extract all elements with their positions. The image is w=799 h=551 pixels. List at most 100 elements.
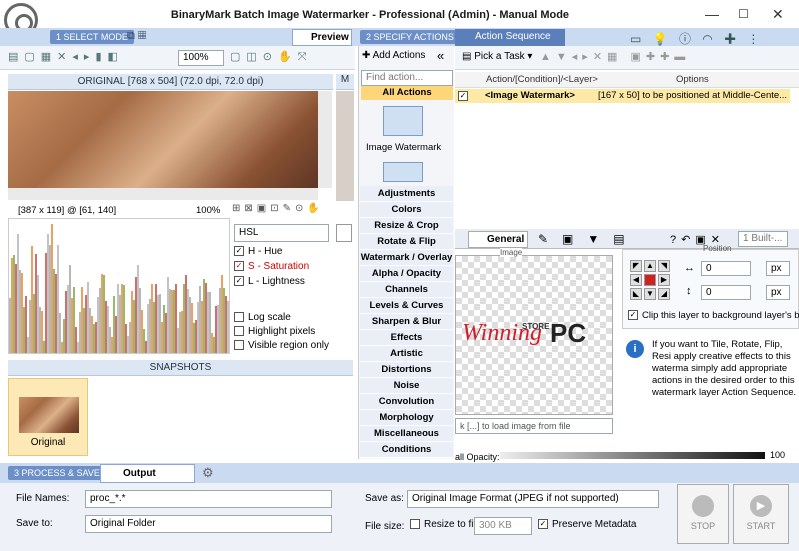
anchor-bottom-left[interactable]: ◣: [630, 288, 642, 300]
builtin-select[interactable]: 1 Built-...: [738, 231, 788, 247]
minimize-button[interactable]: —: [705, 6, 719, 22]
zoom-select[interactable]: 100%: [178, 50, 224, 66]
channel-checkbox[interactable]: ✓: [234, 261, 244, 271]
histogram: [8, 218, 230, 354]
preserve-metadata-option[interactable]: ✓ Preserve Metadata: [538, 519, 637, 530]
action-category-conditions[interactable]: Conditions: [360, 442, 453, 458]
histogram-option[interactable]: Visible region only: [234, 340, 329, 351]
image-watermark-icon[interactable]: [383, 106, 423, 136]
action-category-adjustments[interactable]: Adjustments: [360, 186, 453, 202]
action-category-resize-crop[interactable]: Resize & Crop: [360, 218, 453, 234]
pick-task-button[interactable]: ▤ Pick a Task ▾: [462, 51, 532, 62]
anchor-top-left[interactable]: ◤: [630, 260, 642, 272]
resize-label: Resize to fit:: [424, 519, 479, 530]
all-actions-item[interactable]: All Actions: [361, 86, 453, 100]
sequence-row-check[interactable]: ✓: [458, 90, 472, 102]
save-to-select[interactable]: Original Folder: [85, 515, 332, 533]
preview-tool-icons[interactable]: ▤▢▦✕◂▸▮◧: [8, 50, 124, 63]
info-text: If you want to Tile, Rotate, Flip, Resi …: [652, 339, 797, 399]
x-offset-input[interactable]: 0: [701, 261, 751, 276]
close-button[interactable]: ✕: [772, 6, 784, 23]
channel-option[interactable]: ✓ S - Saturation: [234, 261, 309, 272]
option-label: Highlight pixels: [248, 326, 315, 337]
settings-gear-icon[interactable]: ⚙: [202, 465, 214, 481]
vertical-scrollbar[interactable]: [318, 91, 332, 188]
option-checkbox[interactable]: [234, 340, 244, 350]
channel-option[interactable]: ✓ L - Lightness: [234, 276, 309, 287]
tab-general[interactable]: General: [468, 231, 528, 248]
resize-value-input[interactable]: 300 KB: [474, 517, 532, 535]
stop-button[interactable]: STOP: [677, 484, 729, 544]
action-search-input[interactable]: Find action...: [361, 70, 453, 86]
action-category-effects[interactable]: Effects: [360, 330, 453, 346]
channel-checkbox[interactable]: ✓: [234, 246, 244, 256]
action-category-alpha-opacity[interactable]: Alpha / Opacity: [360, 266, 453, 282]
channel-option[interactable]: ✓ H - Hue: [234, 246, 309, 257]
anchor-top[interactable]: ▲: [644, 260, 656, 272]
action-category-miscellaneous[interactable]: Miscellaneous: [360, 426, 453, 442]
anchor-bottom[interactable]: ▼: [644, 288, 656, 300]
col-action: Action/[Condition]/<Layer>: [486, 74, 598, 85]
save-as-select[interactable]: Original Image Format (JPEG if not suppo…: [407, 490, 659, 508]
histogram-option[interactable]: Highlight pixels: [234, 326, 329, 337]
anchor-top-right[interactable]: ◥: [658, 260, 670, 272]
action-category-artistic[interactable]: Artistic: [360, 346, 453, 362]
option-checkbox[interactable]: [234, 312, 244, 322]
action-category-distortions[interactable]: Distortions: [360, 362, 453, 378]
add-actions-button[interactable]: ✚ Add Actions: [362, 50, 425, 61]
tab-action-sequence[interactable]: Action Sequence (1): [455, 29, 565, 46]
opacity-slider[interactable]: [500, 452, 765, 459]
action-category-sharpen-blur[interactable]: Sharpen & Blur: [360, 314, 453, 330]
mode-icons[interactable]: ⧉ ▦: [127, 30, 146, 43]
anchor-left[interactable]: ◀: [630, 274, 642, 286]
sequence-tool-icons[interactable]: ▲▼◂▸✕▦ ▣✚✚▬: [540, 50, 690, 63]
mini-preview: [336, 91, 354, 201]
histogram-mode-select[interactable]: HSL: [234, 224, 329, 242]
top-right-tools[interactable]: ▭ 💡 ⓘ ◠ ✚ ⋮: [630, 30, 763, 47]
maximize-button[interactable]: ☐: [738, 7, 749, 21]
option-checkbox[interactable]: [234, 326, 244, 336]
tab-preview[interactable]: Preview: [292, 29, 352, 46]
collapse-icon[interactable]: «: [437, 48, 444, 63]
option-label: Log scale: [248, 312, 291, 323]
resize-option[interactable]: Resize to fit:: [410, 519, 479, 530]
start-button[interactable]: ▶ START: [733, 484, 789, 544]
window-title: BinaryMark Batch Image Watermarker - Pro…: [130, 9, 610, 21]
action-category-channels[interactable]: Channels: [360, 282, 453, 298]
histogram-option[interactable]: Log scale: [234, 312, 329, 323]
action-category-noise[interactable]: Noise: [360, 378, 453, 394]
original-header: ORIGINAL [768 x 504] (72.0 dpi, 72.0 dpi…: [8, 74, 333, 90]
histogram-options[interactable]: Log scale Highlight pixels Visible region …: [234, 312, 329, 354]
anchor-center[interactable]: [644, 274, 656, 286]
file-names-input[interactable]: proc_*.*: [85, 490, 332, 508]
mini-select[interactable]: [336, 224, 352, 242]
step1-label: 1 SELECT MODE: [50, 30, 134, 44]
clip-option[interactable]: ✓ Clip this layer to background layer's b…: [628, 310, 799, 321]
action-category-levels-curves[interactable]: Levels & Curves: [360, 298, 453, 314]
x-unit-select[interactable]: px: [766, 261, 790, 276]
editor-tab-icons[interactable]: ✎▣▼▤: [538, 232, 639, 246]
load-image-input[interactable]: k [...] to load image from file: [455, 418, 613, 434]
view-tool-icons[interactable]: ⊞⊠▣⊡✎⊙✋: [232, 203, 324, 214]
y-offset-input[interactable]: 0: [701, 285, 751, 300]
snapshot-original[interactable]: Original: [8, 378, 88, 456]
original-image[interactable]: [8, 91, 318, 188]
anchor-grid[interactable]: ◤ ▲ ◥ ◀ ▶ ◣ ▼ ◢: [630, 260, 672, 302]
action-category-watermark-overlay[interactable]: Watermark / Overlay: [360, 250, 453, 266]
action-thumb-icon[interactable]: [383, 162, 423, 182]
channel-list[interactable]: ✓ H - Hue ✓ S - Saturation ✓ L - Lightness: [234, 246, 309, 291]
tab-output-settings[interactable]: Output Settings: [100, 464, 195, 483]
y-unit-select[interactable]: px: [766, 285, 790, 300]
action-category-morphology[interactable]: Morphology: [360, 410, 453, 426]
action-category-colors[interactable]: Colors: [360, 202, 453, 218]
zoom-info: 100%: [196, 205, 220, 216]
preview-tool-icons-2[interactable]: ▢◫⊙✋⤧: [230, 50, 313, 64]
stop-label: STOP: [678, 521, 728, 531]
action-category-convolution[interactable]: Convolution: [360, 394, 453, 410]
action-category-rotate-flip[interactable]: Rotate & Flip: [360, 234, 453, 250]
channel-checkbox[interactable]: ✓: [234, 276, 244, 286]
anchor-right[interactable]: ▶: [658, 274, 670, 286]
col-options: Options: [676, 74, 709, 85]
anchor-bottom-right[interactable]: ◢: [658, 288, 670, 300]
horizontal-scrollbar[interactable]: [8, 188, 318, 200]
